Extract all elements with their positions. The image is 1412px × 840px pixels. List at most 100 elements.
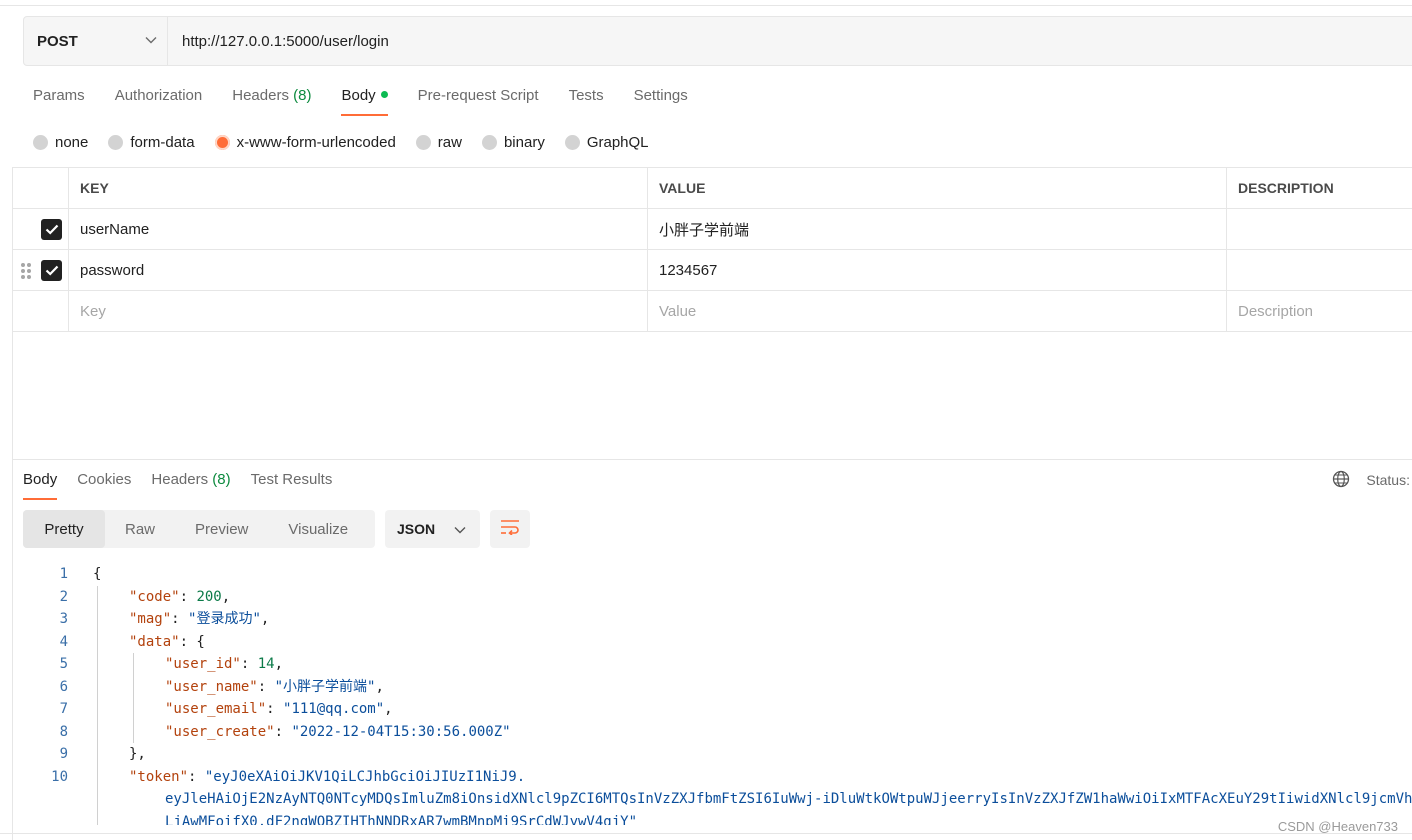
checkbox-checked-icon[interactable] [41,259,62,281]
bottom-divider [0,833,1412,834]
code-line: LjAwMFoifX0.dF2ngWQBZIHThNNDRxAR7wmBMnpM… [165,811,637,826]
code-line: }, [129,743,146,765]
radio-circle-icon [415,134,431,150]
code-token: : [240,656,258,672]
tab-params[interactable]: Params [33,84,85,116]
code-token: 14 [257,656,275,672]
code-token: , [221,588,231,605]
radio-binary[interactable]: binary [481,134,545,151]
radio-x-www-form-urlencoded[interactable]: x-www-form-urlencoded [214,133,396,151]
value-placeholder-input[interactable]: Value [648,291,1227,331]
body-type-radio-group: none form-data x-www-form-urlencoded raw… [33,131,669,153]
code-token: : [188,768,205,785]
key-placeholder-input[interactable]: Key [69,291,648,331]
status-area: Status: [1332,468,1410,492]
code-token: "user_id" [165,656,241,672]
view-preview-button[interactable]: Preview [175,510,268,548]
code-line: "token": "eyJ0eXAiOiJKV1QiLCJhbGciOiJIUz… [129,766,525,788]
tab-label: Test Results [250,471,333,488]
line-number: 10 [51,768,68,785]
key-input[interactable]: password [69,250,648,290]
top-divider [0,0,1412,6]
radio-label: none [55,133,89,151]
value-input[interactable]: 小胖子学前端 [648,209,1227,249]
globe-icon[interactable] [1332,470,1350,491]
tab-tests[interactable]: Tests [569,84,604,116]
row-check-cell [12,291,69,331]
tab-settings[interactable]: Settings [634,84,688,116]
code-token: "登录成功" [188,611,261,627]
code-line: "user_id": 14, [165,653,283,675]
url-input[interactable]: http://127.0.0.1:5000/user/login [168,17,1412,65]
tab-label: Authorization [114,87,203,104]
format-select[interactable]: JSON [385,510,480,548]
radio-raw[interactable]: raw [415,133,462,151]
line-number: 4 [59,633,68,650]
tab-headers[interactable]: Headers (8) [232,84,311,116]
radio-form-data[interactable]: form-data [108,134,195,151]
tab-test-results[interactable]: Test Results [251,468,333,500]
radio-circle-icon [481,134,497,150]
radio-label: GraphQL [586,133,649,151]
code-token: }, [129,746,146,762]
code-token: "2022-12-04T15:30:56.000Z" [291,723,511,740]
url-text: http://127.0.0.1:5000/user/login [182,32,389,50]
radio-graphql[interactable]: GraphQL [564,133,649,151]
tab-label: Body [23,471,58,488]
code-token: "code" [129,588,180,605]
response-divider[interactable] [12,459,1412,460]
line-number: 3 [59,611,68,627]
view-mode-switch: Pretty Raw Preview Visualize [23,510,375,548]
checkbox-checked-icon[interactable] [41,218,62,240]
view-visualize-button[interactable]: Visualize [268,510,368,548]
code-token: , [274,656,284,672]
tab-authorization[interactable]: Authorization [115,84,203,116]
tab-label: Cookies [77,471,132,488]
tab-cookies[interactable]: Cookies [77,468,131,500]
row-check-cell [12,209,69,249]
view-raw-button[interactable]: Raw [105,510,175,548]
response-code-viewer[interactable]: 1 {2 "code": 200, 3 "mag": "登录成功", 4 "data": {… [23,563,1412,825]
tab-label: Headers [151,471,209,488]
code-token: LjAwMFoifX0.dF2ngWQBZIHThNNDRxAR7wmBMnpM… [165,813,638,826]
method-label: POST [37,32,78,50]
code-token: : [274,723,292,740]
description-input[interactable] [1227,250,1412,290]
table-row-placeholder: Key Value Description [12,291,1412,332]
description-input[interactable] [1227,209,1412,249]
tab-count: (8) [293,87,312,104]
indent-guide [133,653,134,743]
method-select[interactable]: POST [24,17,168,65]
params-table: KEY VALUE DESCRIPTION userName 小胖子学前端 pa… [12,167,1412,332]
radio-label: raw [437,133,462,151]
value-input[interactable]: 1234567 [648,250,1227,290]
header-key: KEY [69,168,648,208]
radio-none[interactable]: none [33,134,88,151]
description-placeholder-input[interactable]: Description [1227,291,1412,331]
left-divider [12,332,13,840]
chevron-down-icon [145,36,157,46]
code-token: : [266,701,284,717]
tab-response-body[interactable]: Body [23,468,58,500]
code-token: "mag" [129,611,172,627]
header-value: VALUE [648,168,1227,208]
code-token: "111@qq.com" [283,701,385,717]
code-line: "user_create": "2022-12-04T15:30:56.000Z… [165,721,511,743]
active-dot-icon [380,91,388,98]
code-line: eyJleHAiOjE2NzAyNTQ0NTcyMDQsImluZm8iOnsi… [165,788,1412,810]
wrap-lines-button[interactable] [490,510,530,548]
tab-label: Headers [232,87,289,104]
key-input[interactable]: userName [69,209,648,249]
code-token: "user_create" [165,723,275,740]
watermark: CSDN @Heaven733 [1277,819,1398,834]
code-token: : [179,588,197,605]
view-pretty-button[interactable]: Pretty [23,510,105,548]
tab-pre-request-script[interactable]: Pre-request Script [418,84,539,116]
tab-body[interactable]: Body [341,84,388,116]
code-line: "user_email": "111@qq.com", [165,698,393,720]
drag-handle-icon[interactable] [20,262,32,280]
code-token: "token" [129,768,189,785]
tab-count: (8) [212,471,231,488]
radio-label: x-www-form-urlencoded [236,133,396,151]
tab-response-headers[interactable]: Headers (8) [151,468,230,500]
